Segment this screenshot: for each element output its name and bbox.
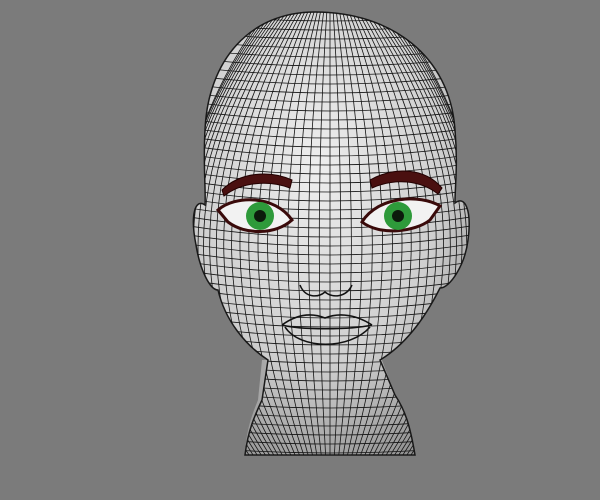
head-mesh (150, 2, 510, 462)
left-pupil (254, 210, 266, 222)
right-pupil (392, 210, 404, 222)
wireframe-grid (150, 2, 510, 462)
mesh-latitude-line (150, 2, 510, 12)
head-render-viewport (0, 0, 600, 500)
